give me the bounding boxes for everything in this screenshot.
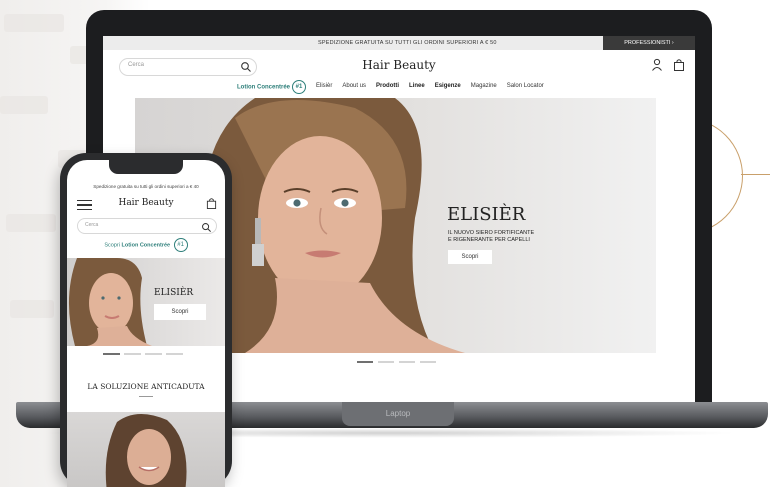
wall-brick: [6, 214, 56, 232]
shipping-banner: SPEDIZIONE GRATUITA SU TUTTI GLI ORDINI …: [103, 36, 695, 50]
nav-item-elisier[interactable]: Elisièr: [316, 80, 332, 92]
slider-dot-3[interactable]: [399, 361, 415, 363]
promo-badge: #1: [292, 80, 307, 94]
phone-shopping-bag-icon[interactable]: [206, 197, 217, 215]
main-navigation: Lotion Concentrée #1 Elisièr About us Pro…: [237, 80, 544, 94]
slider-dot-1[interactable]: [357, 361, 373, 363]
user-icon[interactable]: [651, 58, 663, 77]
phone-hero-model-photo: [68, 258, 152, 346]
phone-slider-dot-4[interactable]: [166, 353, 183, 355]
phone-search-input[interactable]: Cerca: [77, 218, 217, 234]
phone-model-smile-photo: [105, 414, 187, 487]
wall-brick: [10, 300, 54, 318]
nav-item-linee[interactable]: Linee: [409, 80, 425, 92]
phone-brand-logo[interactable]: Hair Beauty: [67, 198, 225, 208]
phone-promo-badge: #1: [173, 238, 188, 252]
nav-item-salon-locator[interactable]: Salon Locator: [507, 80, 544, 92]
nav-item-about-us[interactable]: About us: [342, 80, 366, 92]
professionisti-link[interactable]: PROFESSIONISTI ›: [603, 36, 695, 50]
phone-section-title: LA SOLUZIONE ANTICADUTA: [87, 382, 205, 391]
nav-item-esigenze[interactable]: Esigenze: [435, 80, 461, 92]
slider-dot-4[interactable]: [420, 361, 436, 363]
hero-subtitle: IL NUOVO SIERO FORTIFICANTE E RIGENERANT…: [448, 230, 535, 243]
phone-slider-dots: [103, 353, 183, 355]
phone-product-photo: [67, 412, 225, 487]
section-divider: [139, 396, 153, 397]
shopping-bag-icon[interactable]: [673, 58, 685, 77]
phone-shipping-banner: Spedizione gratuita su tutti gli ordini …: [93, 184, 199, 189]
phone-hero-title: ELISIÈR: [154, 288, 194, 298]
phone-hero-banner: ELISIÈR Scopri: [67, 258, 225, 346]
brand-logo[interactable]: Hair Beauty: [103, 58, 695, 72]
hero-slider-dots: [357, 361, 436, 363]
chevron-right-icon: ›: [671, 40, 674, 46]
phone-promo-link[interactable]: Scopri Lotion Concentrée #1: [67, 238, 225, 252]
phone-search-icon[interactable]: [201, 220, 212, 238]
phone-search-placeholder: Cerca: [85, 222, 99, 228]
laptop-base-label: Laptop: [342, 402, 454, 426]
phone-slider-dot-2[interactable]: [124, 353, 141, 355]
phone-hero-scopri-button[interactable]: Scopri: [154, 304, 206, 320]
wall-brick: [0, 96, 48, 114]
phone-slider-dot-3[interactable]: [145, 353, 162, 355]
phone-notch: [109, 160, 183, 174]
shipping-banner-text: SPEDIZIONE GRATUITA SU TUTTI GLI ORDINI …: [318, 40, 497, 46]
slider-dot-2[interactable]: [378, 361, 394, 363]
hero-title: ELISIÈR: [447, 204, 526, 225]
nav-promo-lotion[interactable]: Lotion Concentrée #1: [237, 80, 307, 94]
wall-brick: [4, 14, 64, 32]
phone-screen: Spedizione gratuita su tutti gli ordini …: [67, 160, 225, 487]
decorative-gold-line: [741, 174, 770, 175]
nav-item-prodotti[interactable]: Prodotti: [376, 80, 399, 92]
hero-scopri-button[interactable]: Scopri: [448, 250, 492, 264]
nav-item-magazine[interactable]: Magazine: [471, 80, 497, 92]
professionisti-label: PROFESSIONISTI: [624, 40, 671, 46]
phone-slider-dot-1[interactable]: [103, 353, 120, 355]
